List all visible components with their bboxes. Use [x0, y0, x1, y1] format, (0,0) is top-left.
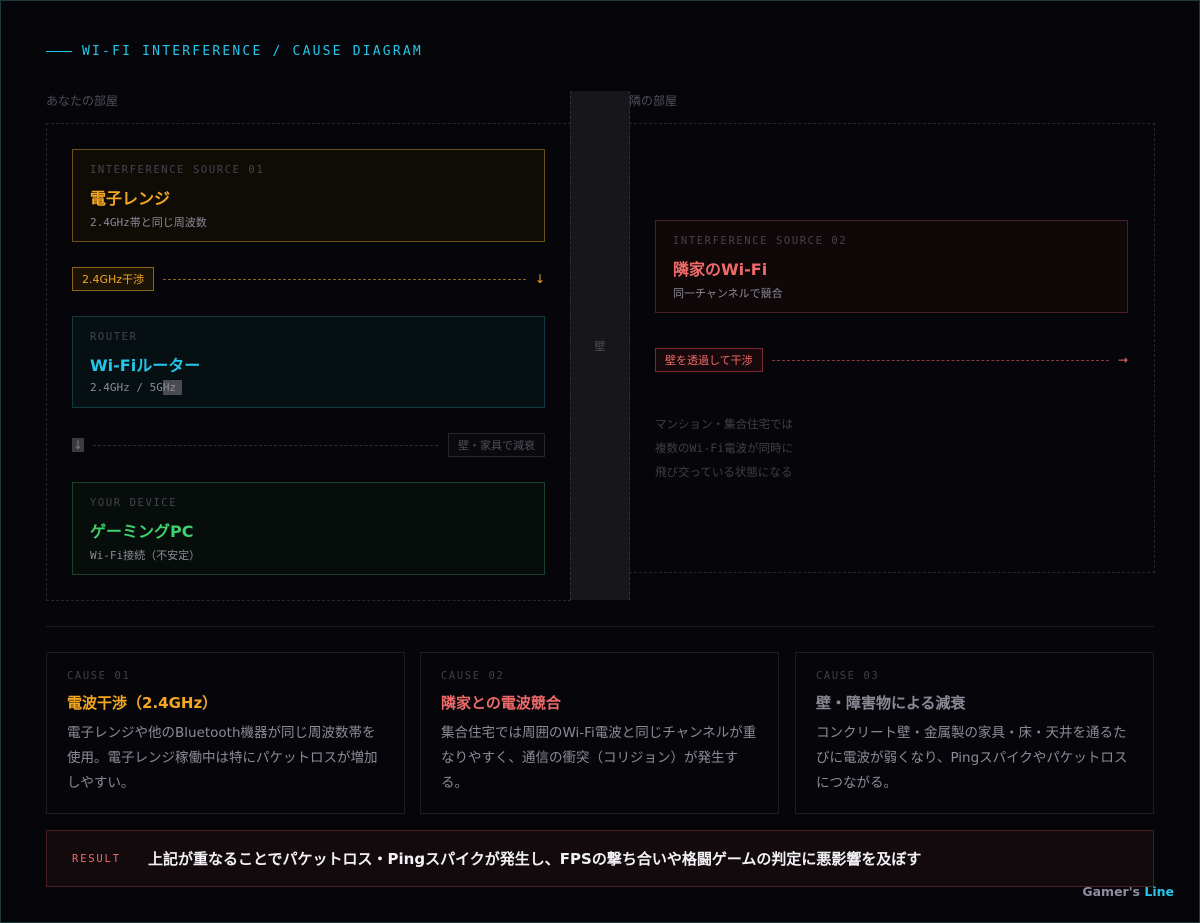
- diagram-header: WI-FI INTERFERENCE / CAUSE DIAGRAM: [46, 43, 423, 59]
- section-divider: [46, 626, 1154, 627]
- attenuation-dash: [93, 444, 438, 446]
- arrow-right-icon: →: [1117, 353, 1128, 367]
- room-label-yours: あなたの部屋: [46, 94, 119, 108]
- interference-dash: [163, 278, 526, 280]
- neighbor-wifi-title: 隣家のWi-Fi: [673, 260, 768, 279]
- device-kicker: YOUR DEVICE: [90, 497, 178, 509]
- mansion-note: マンション・集合住宅では 複数のWi-Fi電波が同時に 飛び交っている状態になる: [655, 412, 793, 484]
- arrow-down-icon: ↓: [534, 272, 545, 286]
- result-kicker: RESULT: [72, 852, 121, 865]
- mansion-note-line: 複数のWi-Fi電波が同時に: [655, 441, 794, 455]
- arrow-down-icon: ↓: [72, 438, 85, 452]
- device-node: YOUR DEVICE ゲーミングPC Wi-Fi接続（不安定）: [72, 482, 545, 575]
- cause-kicker: CAUSE 01: [67, 670, 131, 682]
- cause-card-1: CAUSE 01 電波干渉（2.4GHz） 電子レンジや他のBluetooth機…: [46, 652, 405, 814]
- cause-body: コンクリート壁・金属製の家具・床・天井を通るたびに電波が弱くなり、Pingスパイ…: [816, 725, 1128, 791]
- router-title: Wi-Fiルーター: [90, 356, 201, 375]
- mansion-note-line: 飛び交っている状態になる: [655, 465, 793, 479]
- microwave-title: 電子レンジ: [90, 189, 171, 208]
- router-subtitle-tail: Hz: [162, 380, 183, 395]
- header-accent-line: [46, 50, 72, 52]
- brand-logo: Gamer's Line: [1082, 884, 1174, 899]
- cause-card-2: CAUSE 02 隣家との電波競合 集合住宅では周囲のWi-Fi電波と同じチャン…: [420, 652, 779, 814]
- attenuation-flow: ↓ 壁・家具で減衰: [72, 433, 545, 457]
- cause-title: 電波干渉（2.4GHz）: [67, 694, 218, 712]
- cause-kicker: CAUSE 03: [816, 670, 880, 682]
- mansion-note-line: マンション・集合住宅では: [655, 417, 793, 431]
- through-wall-dash: [771, 359, 1109, 361]
- cause-title: 隣家との電波競合: [441, 694, 561, 712]
- result-banner: RESULT 上記が重なることでパケットロス・Pingスパイクが発生し、FPSの…: [46, 830, 1154, 887]
- microwave-kicker: INTERFERENCE SOURCE 01: [90, 164, 265, 176]
- neighbor-wifi-kicker: INTERFERENCE SOURCE 02: [673, 235, 848, 247]
- device-title: ゲーミングPC: [90, 522, 194, 541]
- through-wall-tag: 壁を透過して干渉: [655, 348, 763, 372]
- router-kicker: ROUTER: [90, 331, 138, 343]
- diagram-title: WI-FI INTERFERENCE / CAUSE DIAGRAM: [82, 43, 423, 59]
- interference-flow: 2.4GHz干渉 ↓: [72, 267, 545, 291]
- room-label-neighbor: 隣の部屋: [629, 94, 678, 108]
- through-wall-flow: 壁を透過して干渉 →: [655, 348, 1128, 372]
- neighbor-wifi-subtitle: 同一チャンネルで競合: [673, 287, 783, 300]
- cause-card-3: CAUSE 03 壁・障害物による減衰 コンクリート壁・金属製の家具・床・天井を…: [795, 652, 1154, 814]
- router-node: ROUTER Wi-Fiルーター 2.4GHz / 5GHz: [72, 316, 545, 408]
- cause-body: 集合住宅では周囲のWi-Fi電波と同じチャンネルが重なりやすく、通信の衝突（コリ…: [441, 725, 757, 791]
- router-subtitle: 2.4GHz / 5GHz: [90, 380, 527, 395]
- device-subtitle: Wi-Fi接続（不安定）: [90, 549, 201, 562]
- wall-label: 壁: [594, 339, 606, 353]
- result-text: 上記が重なることでパケットロス・Pingスパイクが発生し、FPSの撃ち合いや格闘…: [148, 850, 922, 868]
- cause-body: 電子レンジや他のBluetooth機器が同じ周波数帯を使用。電子レンジ稼働中は特…: [67, 725, 378, 791]
- neighbor-wifi-node: INTERFERENCE SOURCE 02 隣家のWi-Fi 同一チャンネルで…: [655, 220, 1128, 313]
- router-subtitle-main: 2.4GHz / 5G: [90, 381, 163, 394]
- brand-name-part1: Gamer's: [1082, 884, 1140, 899]
- attenuation-tag: 壁・家具で減衰: [448, 433, 545, 457]
- microwave-node: INTERFERENCE SOURCE 01 電子レンジ 2.4GHz帯と同じ周…: [72, 149, 545, 242]
- interference-tag: 2.4GHz干渉: [72, 267, 155, 291]
- cause-kicker: CAUSE 02: [441, 670, 505, 682]
- brand-name-part2: Line: [1144, 884, 1174, 899]
- cause-title: 壁・障害物による減衰: [816, 694, 966, 712]
- wall: 壁: [570, 91, 630, 600]
- microwave-subtitle: 2.4GHz帯と同じ周波数: [90, 216, 207, 229]
